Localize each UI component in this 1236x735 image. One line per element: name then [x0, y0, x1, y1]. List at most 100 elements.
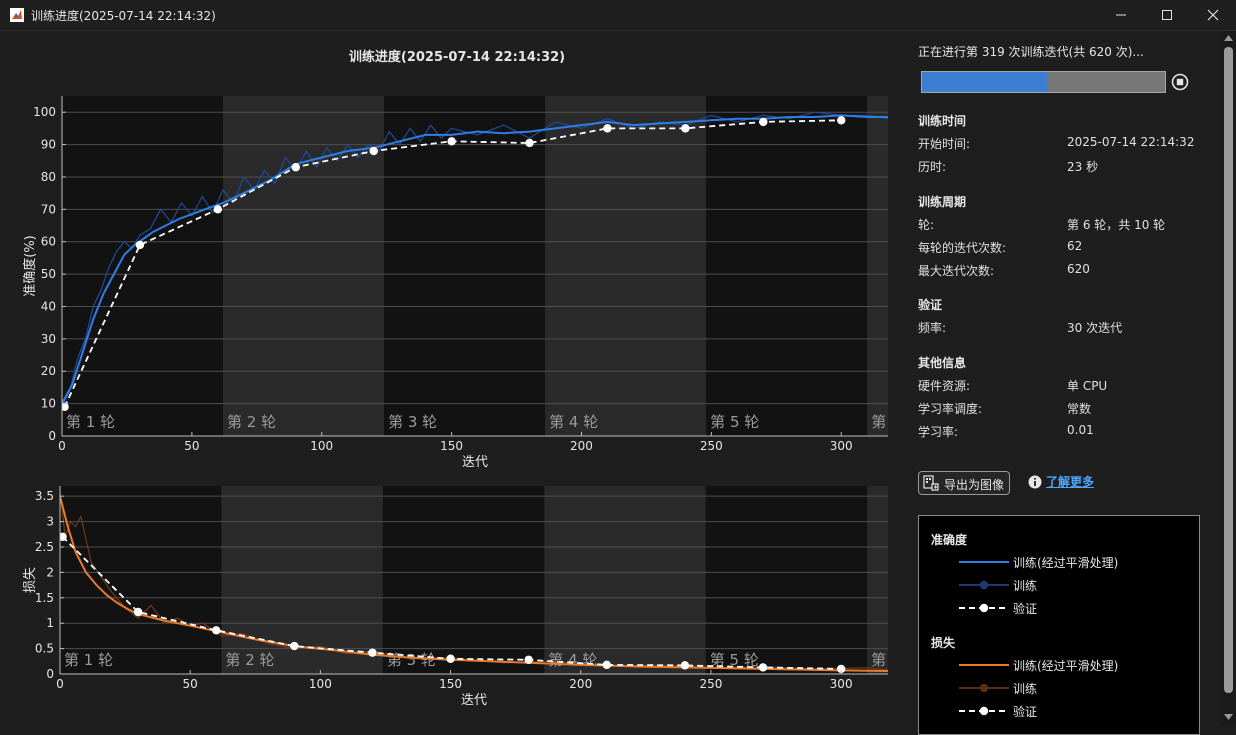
section-title-training-cycle: 训练周期: [918, 195, 967, 209]
x-tick-label: 250: [700, 439, 723, 453]
validation-point: [133, 607, 143, 617]
y-tick-label: 3.5: [35, 489, 54, 503]
y-tick-label: 1: [46, 616, 54, 630]
validation-point: [680, 661, 690, 670]
label-iterations-per-epoch: 每轮的迭代次数:: [918, 241, 1007, 255]
legend-title-accuracy: 准确度: [931, 533, 968, 547]
y-tick-label: 2.5: [35, 540, 54, 554]
label-learning-rate: 学习率:: [918, 425, 959, 439]
value-lr-schedule: 常数: [1067, 402, 1092, 416]
close-icon: [1207, 9, 1219, 21]
y-tick-label: 90: [41, 138, 56, 152]
legend-marker-loss-train: [959, 683, 1009, 693]
x-tick-label: 50: [183, 677, 198, 691]
validation-point: [681, 124, 690, 133]
legend-panel: 准确度 训练(经过平滑处理) 训练 验证 损失 训练(经过平滑处理) 训练 验证: [918, 515, 1200, 735]
maximize-button[interactable]: [1144, 0, 1190, 30]
panel-scrollbar[interactable]: [1221, 31, 1236, 726]
scroll-up-arrow-icon[interactable]: [1224, 35, 1233, 41]
value-epoch: 第 6 轮，共 10 轮: [1067, 218, 1166, 232]
label-elapsed: 历时:: [918, 160, 947, 174]
value-max-iterations: 620: [1067, 262, 1090, 276]
accuracy-chart: 第 1 轮 第 2 轮 第 3 轮 第 4 轮 第 5 轮 第 0 10 20 30 40 50 60 7…: [22, 96, 888, 470]
validation-point: [603, 124, 612, 133]
y-tick-label: 0.5: [35, 642, 54, 656]
epoch-label: 第 3 轮: [388, 413, 437, 431]
section-title-training-time: 训练时间: [918, 114, 967, 128]
learn-more-link[interactable]: 了解更多: [1046, 473, 1094, 490]
y-axis-label: 损失: [23, 567, 38, 593]
minimize-button[interactable]: [1098, 0, 1144, 30]
legend-label-accuracy-train: 训练: [1013, 579, 1038, 593]
x-tick-label: 100: [309, 677, 332, 691]
epoch-label: 第 5 轮: [710, 413, 759, 431]
y-tick-label: 80: [41, 170, 56, 184]
y-tick-label: 3: [46, 515, 54, 529]
epoch-band: [867, 96, 888, 436]
x-tick-label: 300: [830, 439, 853, 453]
minimize-icon: [1116, 14, 1126, 16]
epoch-label: 第 1 轮: [64, 651, 113, 669]
chart-title: 训练进度(2025-07-14 22:14:32): [349, 49, 565, 65]
validation-point: [759, 117, 768, 127]
epoch-band: [62, 96, 224, 436]
validation-point: [602, 660, 611, 670]
training-status-text: 正在进行第 319 次训练迭代(共 620 次)...: [918, 45, 1144, 59]
value-hardware: 单 CPU: [1067, 379, 1108, 393]
x-tick-label: 150: [439, 677, 462, 691]
training-plots: 训练进度(2025-07-14 22:14:32) 第 1 轮第 2 轮第 3 …: [22, 49, 888, 708]
validation-point: [135, 240, 145, 250]
epoch-band: [223, 96, 385, 436]
x-axis-label: 迭代: [461, 693, 487, 708]
y-tick-label: 70: [41, 202, 56, 216]
y-tick-label: 50: [41, 267, 56, 281]
epoch-label: 第 2 轮: [225, 651, 274, 669]
epoch-label: 第 1 轮: [66, 413, 115, 431]
y-tick-label: 2: [46, 565, 54, 579]
x-tick-label: 200: [569, 677, 592, 691]
legend-line-loss-smoothed: [959, 664, 1009, 666]
value-start-time: 2025-07-14 22:14:32: [1067, 135, 1195, 149]
label-epoch: 轮:: [918, 218, 935, 232]
validation-point: [446, 654, 455, 663]
window-title: 训练进度(2025-07-14 22:14:32): [31, 9, 216, 23]
scrollbar-thumb[interactable]: [1224, 47, 1233, 693]
legend-label-loss-train: 训练: [1013, 682, 1038, 696]
info-panel: 正在进行第 319 次训练迭代(共 620 次)... 训练时间 开始时间: 2…: [900, 31, 1220, 735]
validation-point: [290, 641, 299, 651]
legend-label-loss-smoothed: 训练(经过平滑处理): [1013, 659, 1119, 673]
label-frequency: 频率:: [918, 321, 947, 335]
loss-chart: 第 1 轮第 2 轮第 3 轮第 4 轮第 5 轮第00.511.522.533…: [23, 486, 888, 708]
value-elapsed: 23 秒: [1067, 160, 1099, 174]
x-tick-label: 250: [699, 677, 722, 691]
legend-line-accuracy-validation: [959, 603, 1009, 613]
label-hardware: 硬件资源:: [918, 379, 971, 393]
epoch-band: [545, 96, 707, 436]
validation-point: [291, 163, 300, 172]
legend-label-accuracy-smoothed: 训练(经过平滑处理): [1013, 556, 1119, 570]
label-lr-schedule: 学习率调度:: [918, 402, 983, 416]
value-learning-rate: 0.01: [1067, 423, 1094, 437]
legend-marker-accuracy-train: [959, 580, 1009, 590]
epoch-band: [60, 486, 222, 674]
export-image-button[interactable]: 导出为图像: [918, 471, 1010, 495]
x-tick-label: 300: [830, 677, 853, 691]
epoch-band: [221, 486, 383, 674]
x-tick-label: 100: [310, 439, 333, 453]
epoch-band: [384, 96, 546, 436]
legend-line-loss-validation: [959, 706, 1009, 716]
y-tick-label: 60: [41, 235, 56, 249]
validation-point: [524, 655, 533, 664]
x-tick-label: 0: [58, 439, 66, 453]
x-tick-label: 50: [184, 439, 199, 453]
validation-point: [447, 137, 456, 146]
epoch-band: [382, 486, 545, 674]
maximize-icon: [1162, 10, 1172, 20]
stop-training-button[interactable]: [1171, 73, 1189, 91]
epoch-label: 第 3 轮: [387, 651, 436, 669]
y-tick-label: 0: [48, 429, 56, 443]
close-button[interactable]: [1190, 0, 1236, 30]
legend-title-loss: 损失: [931, 636, 956, 650]
epoch-label: 第: [871, 413, 886, 431]
scroll-down-arrow-icon[interactable]: [1224, 714, 1233, 720]
